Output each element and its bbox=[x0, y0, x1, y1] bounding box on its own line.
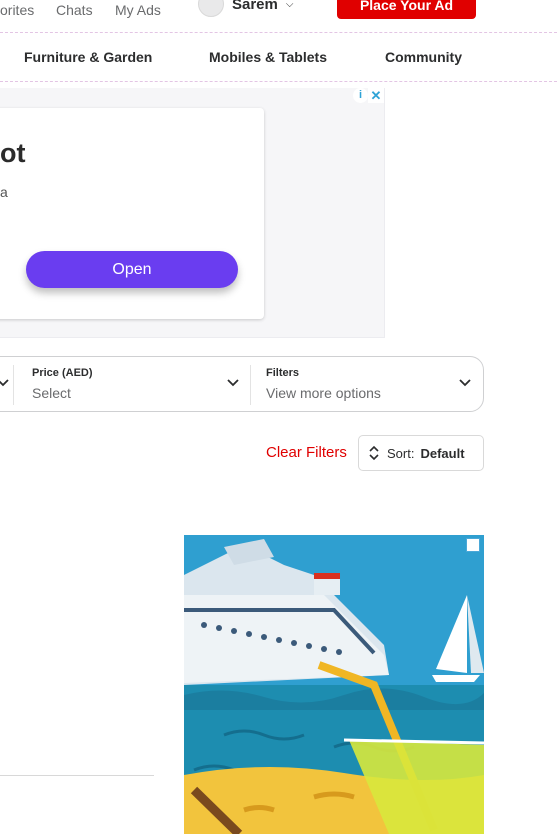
filter-divider bbox=[250, 365, 251, 405]
chats-link[interactable]: Chats bbox=[56, 2, 93, 18]
filters-value: View more options bbox=[266, 385, 381, 401]
top-navigation: orites Chats My Ads Sarem ⌵ Place Your A… bbox=[0, 0, 557, 28]
sort-icon bbox=[369, 445, 379, 461]
price-filter-value: Select bbox=[32, 385, 71, 401]
sort-value: Default bbox=[420, 445, 465, 461]
filters-label: Filters bbox=[266, 367, 300, 379]
filter-bar: Price (AED) Select Filters View more opt… bbox=[0, 356, 484, 412]
sort-prefix: Sort: bbox=[387, 445, 415, 461]
category-community[interactable]: Community bbox=[385, 49, 462, 65]
ad-choices-icon[interactable] bbox=[466, 538, 480, 552]
favorites-link[interactable]: orites bbox=[0, 2, 34, 18]
ad-title: ot bbox=[0, 138, 26, 168]
place-ad-button[interactable]: Place Your Ad bbox=[337, 0, 476, 19]
sort-button[interactable]: Sort: Default bbox=[358, 435, 484, 471]
ad-illustration bbox=[184, 535, 484, 834]
bottom-ad-banner[interactable] bbox=[184, 535, 484, 834]
close-icon[interactable]: ✕ bbox=[368, 88, 384, 103]
ad-subtitle: a bbox=[0, 184, 8, 200]
ad-open-button[interactable]: Open bbox=[26, 251, 238, 288]
divider bbox=[0, 81, 557, 82]
filter-divider bbox=[13, 365, 14, 405]
category-bar: Furniture & Garden Mobiles & Tablets Com… bbox=[0, 33, 557, 81]
category-mobiles-tablets[interactable]: Mobiles & Tablets bbox=[209, 49, 327, 65]
user-name: Sarem bbox=[232, 0, 278, 13]
chevron-down-icon[interactable] bbox=[0, 379, 9, 387]
clear-filters-link[interactable]: Clear Filters bbox=[266, 444, 347, 461]
chevron-down-icon bbox=[459, 379, 471, 387]
category-furniture-garden[interactable]: Furniture & Garden bbox=[24, 49, 152, 65]
divider bbox=[0, 775, 154, 776]
top-ad-banner[interactable]: ot a Open i ✕ bbox=[0, 88, 385, 338]
ad-card: ot a Open bbox=[0, 108, 264, 319]
my-ads-link[interactable]: My Ads bbox=[115, 2, 161, 18]
avatar bbox=[198, 0, 224, 17]
price-filter-label: Price (AED) bbox=[32, 367, 93, 379]
user-menu[interactable]: Sarem ⌵ bbox=[198, 0, 294, 17]
info-icon[interactable]: i bbox=[353, 88, 368, 103]
chevron-down-icon bbox=[227, 379, 239, 387]
chevron-down-icon: ⌵ bbox=[285, 0, 294, 10]
ad-choices[interactable]: i ✕ bbox=[353, 88, 384, 103]
